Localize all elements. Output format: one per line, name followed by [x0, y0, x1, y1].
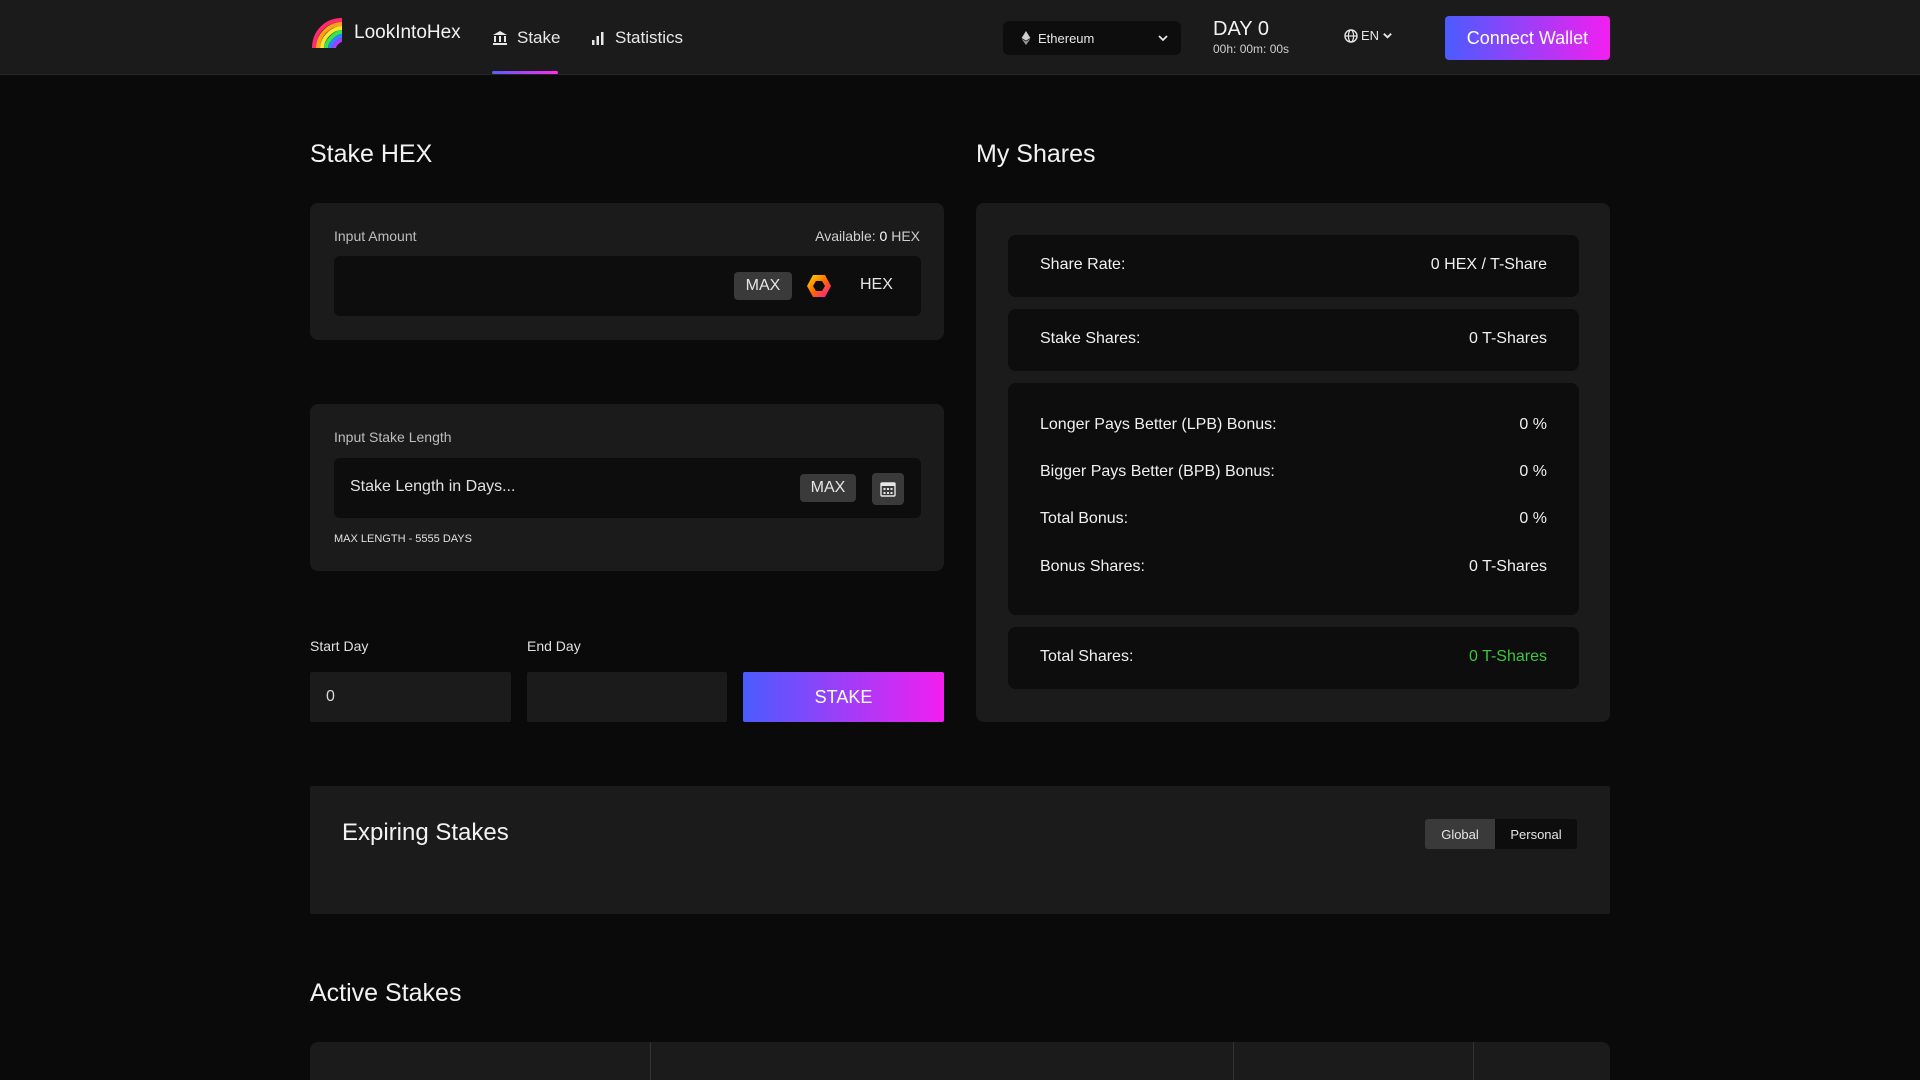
globe-icon — [1344, 28, 1358, 43]
stake-shares-row: Stake Shares: 0 T-Shares — [1008, 309, 1579, 371]
brand[interactable]: LookIntoHex — [310, 16, 461, 50]
bonus-shares-row: Bonus Shares: 0 T-Shares — [1040, 558, 1547, 580]
share-rate-value: 0 HEX / T-Share — [1430, 256, 1547, 273]
navbar-inner: LookIntoHex Stake Statistics Ethereum DA… — [310, 0, 1610, 75]
total-bonus-value: 0 % — [1519, 510, 1547, 527]
token-label: HEX — [860, 276, 893, 293]
nav-link-label: Statistics — [615, 27, 684, 47]
my-shares-title: My Shares — [976, 140, 1096, 168]
stake-shares-value: 0 T-Shares — [1469, 330, 1547, 347]
toggle-global[interactable]: Global — [1425, 819, 1495, 849]
chevron-down-icon — [1158, 35, 1168, 42]
lpb-bonus-label: Longer Pays Better (LPB) Bonus: — [1040, 416, 1277, 433]
amount-max-button[interactable]: MAX — [734, 272, 792, 300]
day-countdown: 00h: 00m: 00s — [1213, 42, 1290, 56]
stake-length-card: Input Stake Length Stake Length in Days.… — [310, 404, 944, 571]
rainbow-logo-icon — [312, 18, 343, 49]
toggle-personal[interactable]: Personal — [1495, 819, 1577, 849]
bonus-shares-label: Bonus Shares: — [1040, 558, 1145, 575]
start-day-label: Start Day — [310, 638, 369, 654]
stake-length-max-button[interactable]: MAX — [800, 474, 856, 502]
total-bonus-label: Total Bonus: — [1040, 510, 1129, 527]
active-stakes-title: Active Stakes — [310, 979, 462, 1007]
amount-input[interactable]: MAX HEX — [334, 256, 921, 316]
stake-length-label: Input Stake Length — [334, 429, 452, 445]
language-select[interactable]: EN — [1344, 28, 1393, 43]
bpb-bonus-label: Bigger Pays Better (BPB) Bonus: — [1040, 463, 1275, 480]
expiring-stakes-panel: Expiring Stakes Global Personal — [310, 786, 1610, 914]
lpb-bonus-row: Longer Pays Better (LPB) Bonus: 0 % — [1040, 416, 1547, 434]
calendar-icon — [880, 482, 896, 497]
start-day-value: 0 — [326, 688, 335, 705]
amount-label: Input Amount — [334, 228, 417, 244]
language-value: EN — [1361, 28, 1380, 43]
total-bonus-row: Total Bonus: 0 % — [1040, 510, 1547, 528]
column-divider — [1473, 1042, 1474, 1080]
active-stakes-table — [310, 1042, 1610, 1080]
stake-length-input[interactable]: Stake Length in Days... MAX — [334, 458, 921, 518]
bonus-shares-value: 0 T-Shares — [1469, 558, 1547, 575]
stake-shares-label: Stake Shares: — [1040, 330, 1141, 347]
connect-wallet-button[interactable]: Connect Wallet — [1445, 16, 1610, 60]
bpb-bonus-row: Bigger Pays Better (BPB) Bonus: 0 % — [1040, 463, 1547, 481]
end-day-label: End Day — [527, 638, 581, 654]
chevron-down-icon — [1383, 33, 1392, 39]
nav-link-stake[interactable]: Stake — [492, 0, 560, 75]
nav-link-label: Stake — [517, 27, 561, 47]
bonus-box: Longer Pays Better (LPB) Bonus: 0 % Bigg… — [1008, 383, 1579, 615]
available-unit: HEX — [891, 228, 920, 244]
max-length-note: MAX LENGTH - 5555 DAYS — [334, 533, 472, 545]
available-balance: Available: 0 HEX — [815, 228, 920, 244]
start-day-field[interactable]: 0 — [310, 672, 511, 722]
share-rate-label: Share Rate: — [1040, 256, 1126, 273]
calendar-button[interactable] — [872, 473, 904, 505]
total-shares-value: 0 T-Shares — [1469, 648, 1547, 665]
bank-icon — [493, 30, 507, 45]
top-navbar: LookIntoHex Stake Statistics Ethereum DA… — [0, 0, 1920, 75]
stake-button[interactable]: STAKE — [743, 672, 944, 722]
network-select[interactable]: Ethereum — [1003, 21, 1181, 55]
total-shares-label: Total Shares: — [1040, 648, 1134, 665]
bar-chart-icon — [592, 31, 604, 45]
available-prefix: Available: — [815, 228, 876, 244]
column-divider — [650, 1042, 651, 1080]
available-value: 0 — [879, 228, 888, 244]
share-rate-row: Share Rate: 0 HEX / T-Share — [1008, 235, 1579, 297]
shares-card: Share Rate: 0 HEX / T-Share Stake Shares… — [976, 203, 1610, 722]
active-tab-indicator — [492, 71, 558, 74]
total-shares-row: Total Shares: 0 T-Shares — [1008, 627, 1579, 689]
day-counter: DAY 0 00h: 00m: 00s — [1213, 18, 1289, 56]
nav-link-statistics[interactable]: Statistics — [590, 0, 683, 75]
amount-card: Input Amount Available: 0 HEX MAX HEX — [310, 203, 944, 340]
brand-name: LookIntoHex — [354, 22, 461, 43]
column-divider — [1233, 1042, 1234, 1080]
hex-token-icon — [807, 275, 831, 297]
day-label: DAY 0 — [1213, 18, 1269, 40]
end-day-field[interactable] — [527, 672, 727, 722]
ethereum-icon — [1021, 31, 1031, 45]
network-select-value: Ethereum — [1038, 30, 1095, 46]
stake-length-placeholder: Stake Length in Days... — [350, 478, 516, 495]
bpb-bonus-value: 0 % — [1519, 463, 1547, 480]
stake-title: Stake HEX — [310, 140, 433, 168]
expiring-stakes-title: Expiring Stakes — [342, 819, 509, 846]
lpb-bonus-value: 0 % — [1519, 416, 1547, 433]
